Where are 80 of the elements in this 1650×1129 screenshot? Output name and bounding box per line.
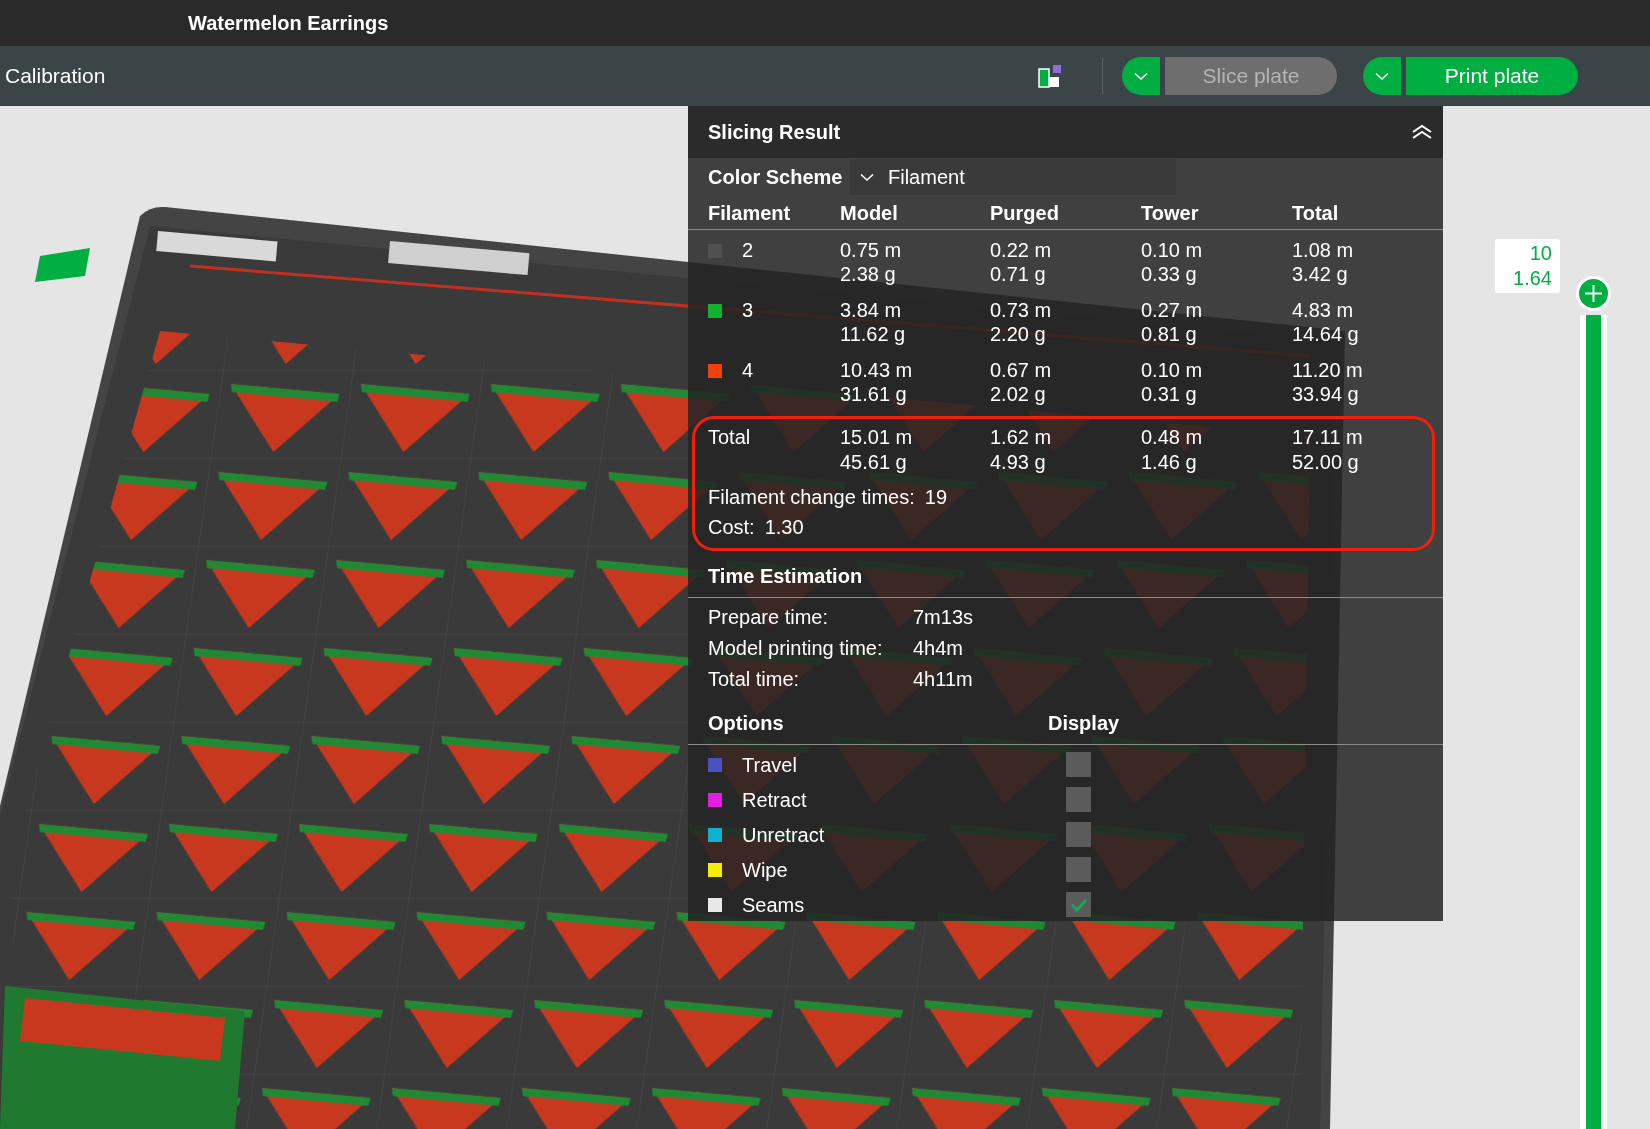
- layer-height: 1.64: [1513, 266, 1552, 291]
- time-value: 7m13s: [913, 604, 974, 630]
- table-cell: 14.64 g: [1292, 322, 1359, 346]
- time-value: 4h11m: [913, 666, 973, 692]
- table-cell: 0.73 m: [990, 298, 1052, 322]
- table-cell: 0.71 g: [990, 262, 1046, 286]
- change-times-value: 19: [924, 486, 947, 508]
- time-label: Model printing time:: [708, 635, 884, 661]
- table-cell: 0.10 m: [1141, 238, 1203, 262]
- column-header: Filament: [708, 200, 792, 226]
- table-cell: 2.38 g: [840, 262, 896, 286]
- table-cell: 0.75 m: [840, 238, 902, 262]
- slider-track[interactable]: [1580, 315, 1607, 1129]
- checkbox[interactable]: [1066, 787, 1091, 812]
- table-cell: 4.83 m: [1292, 298, 1354, 322]
- time-label: Total time:: [708, 666, 801, 692]
- table-cell: 11.62 g: [840, 322, 906, 346]
- table-cell: 15.01 m: [840, 425, 913, 450]
- table-cell: 33.94 g: [1292, 382, 1359, 406]
- collapse-icon[interactable]: [1411, 124, 1433, 140]
- chevron-down-icon: [860, 172, 874, 182]
- table-cell: 0.10 m: [1141, 358, 1203, 382]
- chevron-down-icon: [1375, 71, 1389, 81]
- layout-icon[interactable]: [1038, 64, 1062, 88]
- column-header: Total: [1292, 200, 1340, 226]
- checkbox[interactable]: [1066, 822, 1091, 847]
- option-label: Unretract: [742, 822, 825, 848]
- column-header: Model: [840, 200, 899, 226]
- table-cell: 1.08 m: [1292, 238, 1354, 262]
- window-title: Watermelon Earrings: [188, 11, 389, 36]
- color-scheme-dropdown[interactable]: Filament: [850, 159, 1176, 195]
- option-label: Seams: [742, 892, 805, 918]
- table-cell: 45.61 g: [840, 450, 907, 475]
- table-cell: 0.27 m: [1141, 298, 1203, 322]
- calibration-tab[interactable]: Calibration: [5, 60, 106, 92]
- total-label: Total: [708, 426, 751, 448]
- section-title: Options: [708, 711, 785, 736]
- table-cell: 2.02 g: [990, 382, 1046, 406]
- table-cell: 0.22 m: [990, 238, 1052, 262]
- color-scheme-label: Color Scheme: [708, 165, 844, 190]
- column-header: Purged: [990, 200, 1060, 226]
- table-cell: 11.20 m: [1292, 358, 1363, 382]
- option-label: Retract: [742, 787, 807, 813]
- table-cell: 0.48 m: [1141, 425, 1203, 450]
- cost-label: Cost:: [708, 516, 755, 538]
- check-icon: [1069, 897, 1088, 912]
- table-cell: 1.62 m: [990, 425, 1052, 450]
- panel-title: Slicing Result: [708, 120, 841, 145]
- table-cell: 0.31 g: [1141, 382, 1197, 406]
- column-header: Tower: [1141, 200, 1200, 226]
- column-header: Display: [1048, 711, 1120, 736]
- table-cell: 0.67 m: [990, 358, 1052, 382]
- time-label: Prepare time:: [708, 604, 830, 630]
- table-cell: 4.93 g: [990, 450, 1046, 475]
- table-cell: 31.61 g: [840, 382, 907, 406]
- time-value: 4h4m: [913, 635, 964, 661]
- layer-number: 10: [1529, 241, 1552, 266]
- table-cell: 3.84 m: [840, 298, 902, 322]
- change-times-label: Filament change times:: [708, 486, 915, 508]
- dropdown-button[interactable]: [1363, 57, 1401, 95]
- table-cell: 0.33 g: [1141, 262, 1197, 286]
- checkbox[interactable]: [1066, 892, 1091, 917]
- section-title: Time Estimation: [708, 565, 863, 587]
- option-label: Wipe: [742, 857, 788, 883]
- table-cell: 52.00 g: [1292, 450, 1359, 475]
- filament-number: 4: [742, 359, 754, 381]
- table-cell: 0.81 g: [1141, 322, 1197, 346]
- cost-value: 1.30: [764, 516, 804, 538]
- table-cell: 2.20 g: [990, 322, 1046, 346]
- table-cell: 10.43 m: [840, 358, 913, 382]
- checkbox[interactable]: [1066, 752, 1091, 777]
- table-cell: 17.11 m: [1292, 425, 1363, 450]
- chevron-down-icon: [1134, 71, 1148, 81]
- dropdown-button[interactable]: [1122, 57, 1160, 95]
- checkbox[interactable]: [1066, 857, 1091, 882]
- filament-number: 2: [742, 239, 754, 261]
- table-cell: 3.42 g: [1292, 262, 1348, 286]
- table-cell: 1.46 g: [1141, 450, 1197, 475]
- filament-number: 3: [742, 299, 754, 321]
- option-label: Travel: [742, 752, 797, 778]
